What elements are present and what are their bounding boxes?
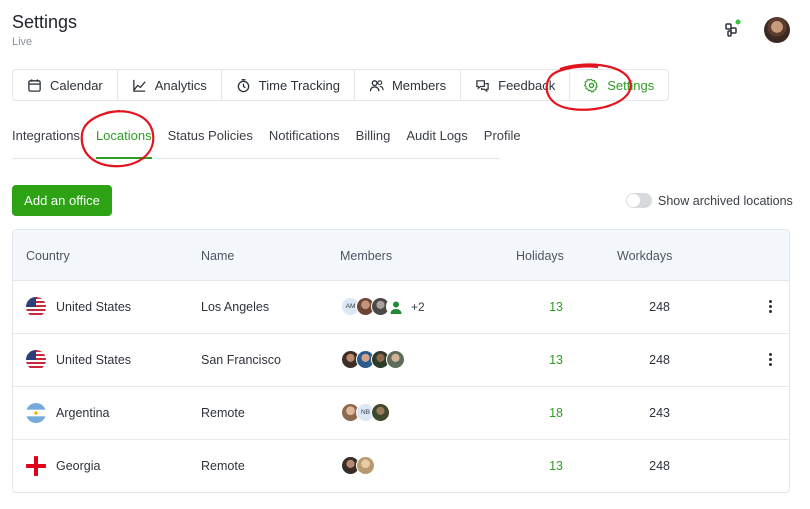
tab-label: Time Tracking bbox=[258, 77, 340, 93]
avatar bbox=[386, 350, 405, 369]
name-cell: Remote bbox=[201, 406, 245, 420]
subnav-audit-logs[interactable]: Audit Logs bbox=[406, 113, 467, 159]
table-row[interactable]: United States Los Angeles AM +2 13 248 bbox=[13, 281, 789, 334]
subnav-locations[interactable]: Locations bbox=[95, 113, 152, 159]
tab-analytics[interactable]: Analytics bbox=[118, 70, 222, 100]
table-row[interactable]: United States San Francisco 13 248 bbox=[13, 334, 789, 387]
holidays-cell: 13 bbox=[549, 353, 563, 367]
avatar bbox=[371, 403, 390, 422]
tab-feedback[interactable]: Feedback bbox=[461, 70, 571, 100]
country-cell: United States bbox=[56, 300, 132, 314]
add-office-button[interactable]: Add an office bbox=[12, 185, 112, 216]
tab-members[interactable]: Members bbox=[355, 70, 462, 100]
subnav-profile[interactable]: Profile bbox=[484, 113, 521, 159]
header-name[interactable]: Name bbox=[201, 249, 234, 263]
table-header: Country Name Members Holidays Workdays bbox=[13, 230, 789, 281]
us-flag-icon bbox=[26, 350, 46, 370]
member-avatars[interactable] bbox=[341, 350, 405, 369]
tab-calendar[interactable]: Calendar bbox=[13, 70, 118, 100]
tab-time-tracking[interactable]: Time Tracking bbox=[222, 70, 355, 100]
holidays-cell: 18 bbox=[549, 406, 563, 420]
holidays-cell: 13 bbox=[549, 459, 563, 473]
subnav-status-policies[interactable]: Status Policies bbox=[168, 113, 253, 159]
clock-icon bbox=[237, 78, 250, 92]
member-avatars[interactable]: NB bbox=[341, 403, 390, 422]
tab-label: Settings bbox=[607, 77, 655, 93]
page-subtitle: Live bbox=[12, 36, 33, 48]
workdays-cell: 248 bbox=[649, 353, 670, 367]
country-cell: Georgia bbox=[56, 459, 101, 473]
more-members-count: +2 bbox=[411, 299, 425, 314]
main-tabs: Calendar Analytics Time Tracking Members… bbox=[12, 69, 670, 101]
workdays-cell: 248 bbox=[649, 459, 670, 473]
header-members: Members bbox=[340, 249, 393, 263]
georgia-flag-icon bbox=[26, 456, 46, 476]
page-title: Settings bbox=[12, 12, 78, 32]
tab-label: Feedback bbox=[498, 77, 556, 93]
member-avatars[interactable]: AM +2 bbox=[341, 297, 425, 316]
locations-table: Country Name Members Holidays Workdays U… bbox=[12, 229, 790, 493]
us-flag-icon bbox=[26, 297, 46, 317]
chart-line-icon bbox=[132, 79, 146, 92]
row-menu-icon[interactable] bbox=[769, 300, 773, 314]
calendar-icon bbox=[28, 78, 41, 92]
tab-settings[interactable]: Settings bbox=[570, 70, 668, 100]
header-holidays[interactable]: Holidays bbox=[516, 249, 564, 263]
country-cell: United States bbox=[56, 353, 132, 367]
tab-label: Analytics bbox=[154, 77, 207, 93]
holidays-cell: 13 bbox=[549, 300, 563, 314]
avatar bbox=[386, 297, 405, 316]
subnav-notifications[interactable]: Notifications bbox=[269, 113, 340, 159]
show-archived-toggle[interactable] bbox=[626, 193, 652, 208]
name-cell: San Francisco bbox=[201, 353, 281, 367]
workdays-cell: 248 bbox=[649, 300, 670, 314]
header-country[interactable]: Country bbox=[26, 249, 70, 263]
subnav-integrations[interactable]: Integrations bbox=[12, 113, 80, 159]
user-avatar[interactable] bbox=[764, 17, 790, 43]
integration-notification-icon[interactable] bbox=[723, 19, 743, 39]
header-workdays[interactable]: Workdays bbox=[617, 249, 672, 263]
settings-subnav: Integrations Locations Status Policies N… bbox=[12, 113, 521, 159]
subnav-billing[interactable]: Billing bbox=[356, 113, 391, 159]
table-row[interactable]: Georgia Remote 13 248 bbox=[13, 440, 789, 492]
tab-label: Calendar bbox=[50, 77, 103, 93]
name-cell: Los Angeles bbox=[201, 300, 270, 314]
tab-label: Members bbox=[391, 77, 447, 93]
table-row[interactable]: Argentina Remote NB 18 243 bbox=[13, 387, 789, 440]
users-icon bbox=[369, 79, 384, 91]
avatar bbox=[356, 456, 375, 475]
argentina-flag-icon bbox=[26, 403, 46, 423]
member-avatars[interactable] bbox=[341, 456, 375, 475]
chat-bubbles-icon bbox=[476, 79, 489, 92]
name-cell: Remote bbox=[201, 459, 245, 473]
gear-icon bbox=[584, 78, 599, 93]
show-archived-label: Show archived locations bbox=[658, 194, 793, 208]
workdays-cell: 243 bbox=[649, 406, 670, 420]
row-menu-icon[interactable] bbox=[769, 353, 773, 367]
country-cell: Argentina bbox=[56, 406, 110, 420]
